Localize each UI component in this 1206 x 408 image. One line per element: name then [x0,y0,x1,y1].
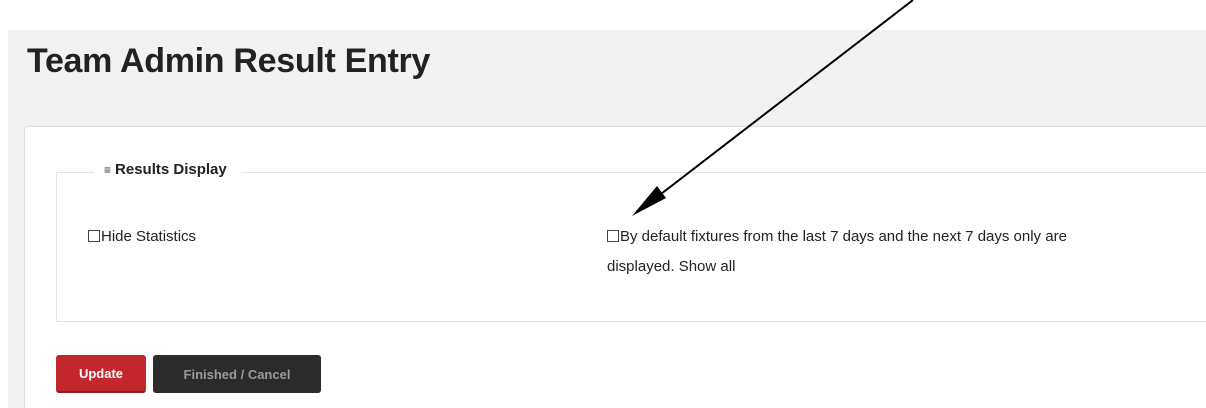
hide-statistics-label: Hide Statistics [101,228,197,245]
page-title: Team Admin Result Entry [27,42,431,80]
finished-cancel-button[interactable]: Finished / Cancel [153,355,321,393]
results-display-legend-label: Results Display [115,161,227,178]
page: Team Admin Result Entry ≡ Results Displa… [0,0,1206,408]
results-display-legend: ≡ Results Display [94,161,241,178]
update-button[interactable]: Update [56,355,146,393]
show-all-fixtures-checkbox[interactable] [607,230,619,242]
hide-statistics-option[interactable]: Hide Statistics [88,222,196,252]
show-all-fixtures-option[interactable]: By default fixtures from the last 7 days… [607,222,1087,282]
hide-statistics-checkbox[interactable] [88,230,100,242]
show-all-fixtures-label: By default fixtures from the last 7 days… [607,228,1067,275]
list-icon: ≡ [104,162,112,177]
